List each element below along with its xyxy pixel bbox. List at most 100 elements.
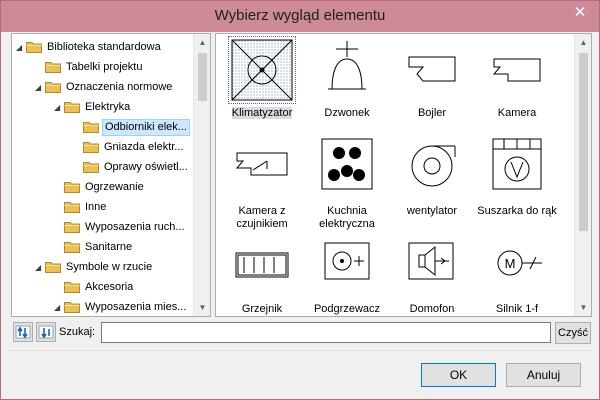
symbol-caption-text: Silnik 1-f: [495, 303, 539, 315]
tree-item-label: Elektryka: [85, 101, 131, 113]
tree-item-label: Tabelki projektu: [66, 61, 143, 73]
folder-icon: [64, 222, 80, 233]
dialog-footer: OK Anuluj: [8, 350, 592, 394]
tree-scrollbar[interactable]: ▲ ▼: [193, 34, 210, 316]
tree-item[interactable]: ◢ Symbole w rzucie: [12, 258, 195, 278]
grid-scrollbar[interactable]: ▲ ▼: [574, 34, 591, 316]
category-tree: ◢ Biblioteka standardowa Tabelki projektu ◢…: [11, 33, 211, 317]
symbol-caption-text: Kamera: [497, 107, 537, 119]
title-bar[interactable]: Wybierz wygląd elementu ✕: [1, 1, 599, 32]
search-row: Szukaj: Czyść: [11, 321, 591, 345]
symbol-cell[interactable]: Grzejnik elektryczny: [222, 233, 302, 316]
dialog-client: ◢ Biblioteka standardowa Tabelki projektu ◢…: [8, 32, 592, 394]
symbol-caption: Bojler: [392, 107, 472, 120]
symbol-cell[interactable]: Domofon: [392, 233, 472, 316]
tree-item[interactable]: ◢ Biblioteka standardowa: [12, 38, 195, 58]
scroll-down-icon[interactable]: ▼: [194, 299, 210, 316]
ok-button[interactable]: OK: [421, 363, 496, 387]
symbol-cell[interactable]: Dzwonek: [307, 37, 387, 133]
symbol-cell[interactable]: Suszarka do rąk: [477, 135, 557, 231]
arrow-down-icon: [38, 325, 54, 339]
tree-item[interactable]: ◢ Elektryka: [12, 98, 195, 118]
clear-button[interactable]: Czyść: [555, 322, 591, 344]
tree-item-label: Akcesoria: [85, 281, 134, 293]
symbol-caption: Dzwonek: [307, 107, 387, 120]
tree-item-label: Wyposazenia ruch...: [85, 221, 185, 233]
camera-sensor-icon: [235, 152, 288, 176]
symbol-caption-text: Klimatyzator: [231, 107, 293, 119]
folder-icon: [64, 102, 80, 113]
symbol-caption-text: wentylator: [406, 205, 458, 217]
tree-item-label: Symbole w rzucie: [66, 261, 153, 273]
tree-item-label: Wyposazenia mies...: [85, 301, 187, 313]
svg-text:M: M: [505, 256, 516, 271]
symbol-cell[interactable]: Klimatyzator: [222, 36, 302, 133]
tree-item[interactable]: Ogrzewanie: [12, 178, 195, 198]
folder-icon: [83, 122, 99, 133]
symbol-caption-text: Bojler: [417, 107, 447, 119]
symbol-cell[interactable]: Kuchnia elektryczna: [307, 135, 387, 231]
expander-icon[interactable]: ◢: [16, 43, 25, 52]
tree-item[interactable]: Inne: [12, 198, 195, 218]
electric-heater-icon: [235, 252, 289, 278]
symbol-cell[interactable]: Podgrzewacz wody: [307, 233, 387, 316]
move-down-button[interactable]: [36, 322, 56, 342]
arrow-up-icon: [15, 325, 31, 339]
symbol-grid: ▲ ▼ Klimatyzator Dzwonek Bojler Kamera Kamer…: [215, 33, 592, 317]
symbol-caption: Domofon: [392, 303, 472, 316]
tree-item[interactable]: ◢ Oznaczenia normowe: [12, 78, 195, 98]
window-title: Wybierz wygląd elementu: [214, 7, 386, 24]
dialog-window: Wybierz wygląd elementu ✕ ◢ Biblioteka st…: [0, 0, 600, 400]
symbol-cell[interactable]: Kamera z czujnikiem: [222, 135, 302, 231]
tree-item[interactable]: Akcesoria: [12, 278, 195, 298]
grid-scroll-up-icon[interactable]: ▲: [575, 34, 591, 51]
search-input[interactable]: [101, 322, 551, 343]
symbol-caption-text: Domofon: [409, 303, 455, 315]
tree-item-label: Odbiorniki elek...: [102, 119, 190, 136]
tree-item[interactable]: Sanitarne: [12, 238, 195, 258]
tree-item-label: Biblioteka standardowa: [47, 41, 161, 53]
symbol-cell[interactable]: M Silnik 1-f: [477, 233, 557, 316]
tree-item-label: Gniazda elektr...: [104, 141, 184, 153]
bell-icon: [328, 41, 366, 90]
tree-item[interactable]: Oprawy oświetl...: [12, 158, 195, 178]
expander-icon[interactable]: ◢: [35, 83, 44, 92]
tree-items: ◢ Biblioteka standardowa Tabelki projektu ◢…: [12, 38, 195, 316]
tree-item[interactable]: Wyposazenia ruch...: [12, 218, 195, 238]
folder-icon: [45, 262, 61, 273]
grid-scroll-down-icon[interactable]: ▼: [575, 299, 591, 316]
symbol-caption: Grzejnik elektryczny: [222, 303, 302, 316]
move-up-button[interactable]: [13, 322, 33, 342]
expander-icon[interactable]: ◢: [54, 103, 63, 112]
symbol-caption-text: Dzwonek: [324, 107, 370, 119]
hand-dryer-icon: [492, 138, 542, 190]
symbol-caption: Kamera: [477, 107, 557, 120]
close-icon: ✕: [573, 4, 587, 21]
grid-scroll-thumb[interactable]: [579, 53, 588, 231]
tree-item[interactable]: Tabelki projektu: [12, 58, 195, 78]
symbol-caption: Kuchnia elektryczna: [307, 205, 387, 231]
folder-icon: [64, 182, 80, 193]
folder-icon: [64, 302, 80, 313]
cancel-button[interactable]: Anuluj: [506, 363, 581, 387]
close-button[interactable]: ✕: [567, 2, 593, 24]
tree-item[interactable]: Gniazda elektr...: [12, 138, 195, 158]
tree-item-label: Ogrzewanie: [85, 181, 144, 193]
symbol-cell[interactable]: Kamera: [477, 37, 557, 133]
expander-icon[interactable]: ◢: [54, 303, 63, 312]
expander-icon[interactable]: ◢: [35, 263, 44, 272]
intercom-icon: [408, 242, 454, 280]
symbol-caption: Suszarka do rąk: [477, 205, 557, 218]
search-label: Szukaj:: [59, 326, 96, 338]
tree-item[interactable]: Odbiorniki elek...: [12, 118, 195, 138]
symbol-cell[interactable]: wentylator: [392, 135, 472, 231]
scroll-up-icon[interactable]: ▲: [194, 34, 210, 51]
tree-item-label: Sanitarne: [85, 241, 133, 253]
symbol-caption-text: Kamera z czujnikiem: [236, 205, 288, 230]
folder-icon: [83, 162, 99, 173]
folder-icon: [83, 142, 99, 153]
symbol-cell[interactable]: Bojler: [392, 37, 472, 133]
folder-icon: [64, 282, 80, 293]
tree-item[interactable]: ◢ Wyposazenia mies...: [12, 298, 195, 316]
tree-scroll-thumb[interactable]: [198, 53, 207, 101]
